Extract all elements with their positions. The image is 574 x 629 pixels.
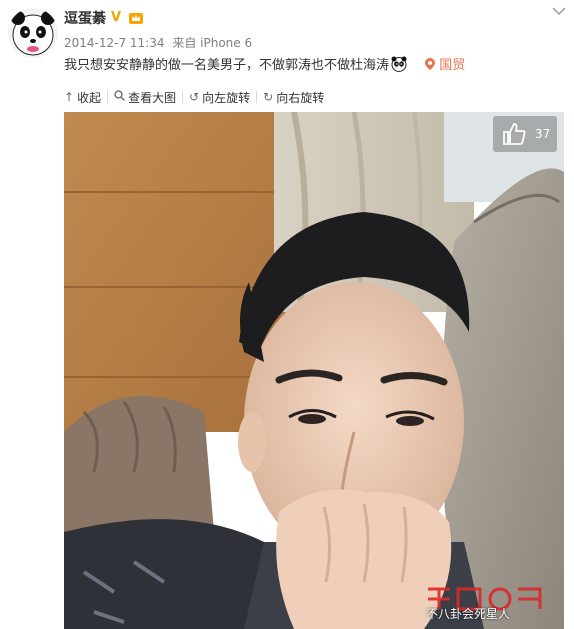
selfie-photo [64,112,564,629]
post-body: 我只想安安静静的做一名美男子，不做郭涛也不做杜海涛 [64,58,390,73]
post-photo[interactable] [64,112,564,629]
watermark-text: 不八卦会死星人 [426,607,511,621]
rotate-right-icon: ↻ [263,90,274,104]
collapse-label: 收起 [77,90,102,105]
view-large-label: 查看大图 [128,90,177,105]
rotate-left-icon: ↺ [189,90,200,104]
username[interactable]: 逗蛋綦 [64,8,106,28]
post-text: 我只想安安静静的做一名美男子，不做郭涛也不做杜海涛 国贸 [64,56,465,75]
location-link[interactable]: 国贸 [425,57,465,75]
rotate-right-button[interactable]: ↻ 向右旋转 [257,89,330,106]
photo-toolbar: ↑ 收起 查看大图 ↺ 向左旋转 ↻ 向右旋转 [58,86,564,108]
collapse-button[interactable]: ↑ 收起 [58,89,107,106]
panda-emoji-icon [391,56,407,72]
rotate-left-label: 向左旋转 [202,90,251,105]
member-crown-icon [129,13,143,24]
like-button[interactable]: 37 [493,116,557,152]
arrow-up-icon: ↑ [64,90,75,104]
watermark: 不八卦会死星人 [416,585,566,625]
post-source[interactable]: 来自 iPhone 6 [172,36,252,50]
panda-avatar-icon [11,11,55,56]
post-date[interactable]: 2014-12-7 11:34 [64,36,165,50]
like-count: 37 [535,127,551,141]
verified-badge-icon: V [111,10,122,25]
view-large-button[interactable]: 查看大图 [108,89,182,106]
post-meta: 2014-12-7 11:34 来自 iPhone 6 [64,34,256,51]
location-pin-icon [425,58,436,70]
thumbs-up-icon [503,123,526,145]
rotate-left-button[interactable]: ↺ 向左旋转 [183,89,256,106]
magnifier-icon [114,90,126,104]
avatar[interactable] [8,8,58,58]
chevron-down-icon[interactable] [552,6,566,16]
rotate-right-label: 向右旋转 [276,90,325,105]
location-label: 国贸 [439,58,466,73]
